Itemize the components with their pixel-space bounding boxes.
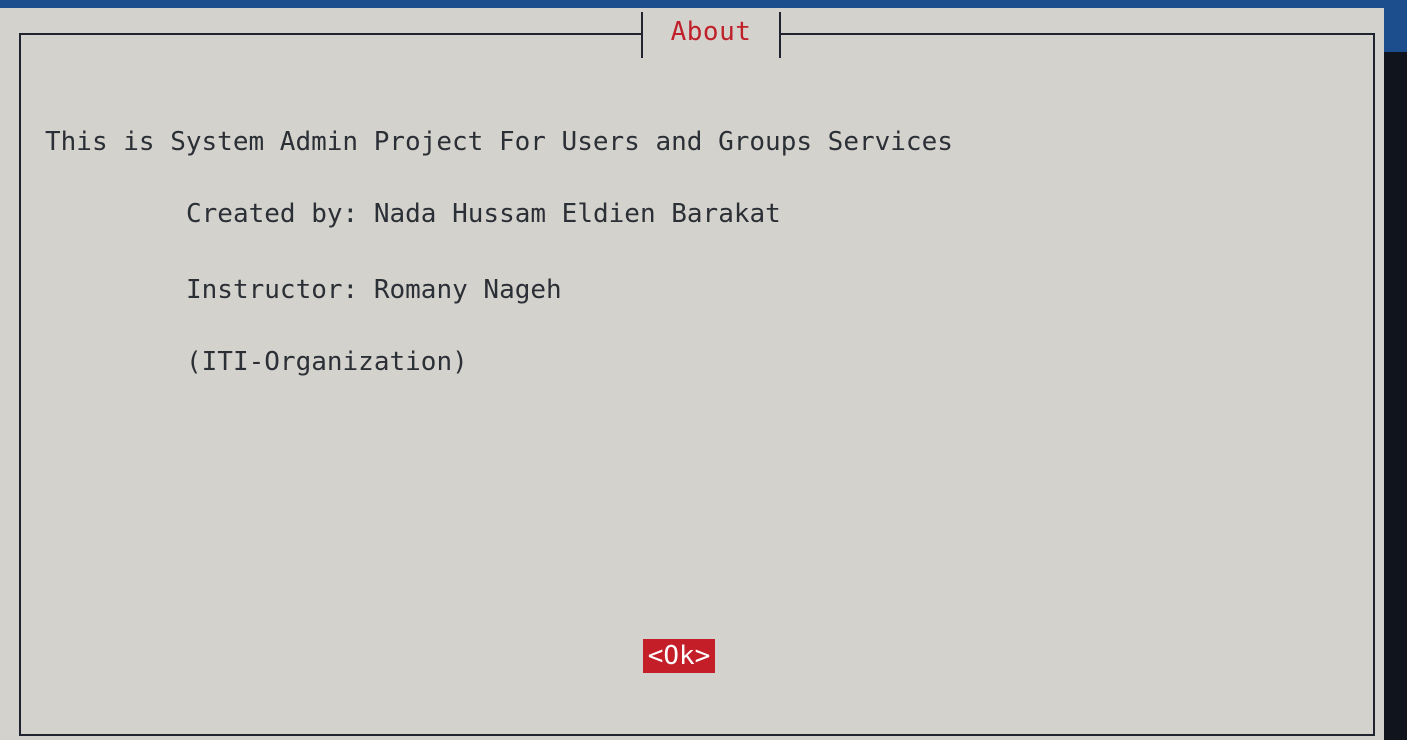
title-right-divider <box>779 12 781 58</box>
title-left-divider <box>641 12 643 58</box>
message-line-3: Instructor: Romany Nageh <box>186 275 562 305</box>
dialog-title: About <box>670 17 752 47</box>
terminal-scrollbar-thumb[interactable] <box>1384 8 1407 52</box>
message-line-1: This is System Admin Project For Users a… <box>45 127 953 157</box>
message-line-4: (ITI-Organization) <box>186 347 468 377</box>
ok-button[interactable]: <Ok> <box>643 639 715 673</box>
terminal-top-strip <box>0 0 1407 8</box>
message-line-2: Created by: Nada Hussam Eldien Barakat <box>186 199 781 229</box>
dialog-title-box: About <box>641 12 781 58</box>
terminal-right-area <box>1384 8 1407 740</box>
about-dialog: About This is System Admin Project For U… <box>0 8 1384 740</box>
